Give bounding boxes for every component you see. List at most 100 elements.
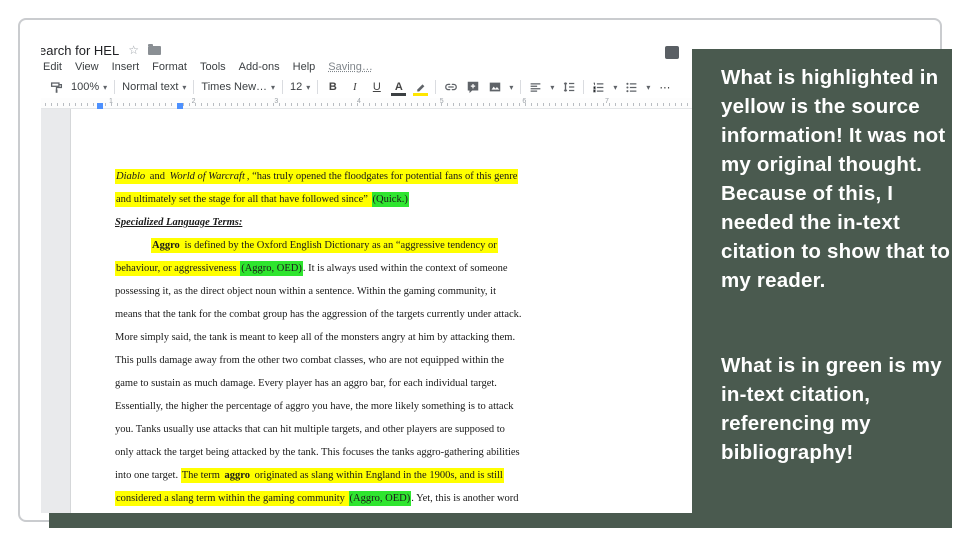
- doc-text-segment: means that the tank for the combat group…: [115, 309, 522, 320]
- menu-item-view[interactable]: View: [75, 61, 99, 73]
- separator: [114, 80, 116, 94]
- zoom-select[interactable]: 100% ▾: [71, 81, 107, 93]
- doc-line: Aggro is defined by the Oxford English D…: [115, 234, 522, 257]
- doc-text-segment: More simply said, the tank is meant to k…: [115, 332, 516, 343]
- doc-line: you. Tanks usually use attacks that can …: [115, 418, 522, 441]
- font-size-value: 12: [290, 81, 303, 93]
- saving-status: Saving…: [328, 60, 373, 73]
- cropped-toolbar-button[interactable]: [665, 46, 679, 59]
- chevron-down-icon: ▾: [306, 82, 311, 92]
- chevron-down-icon: ▾: [103, 82, 108, 92]
- text-color-button[interactable]: A: [391, 79, 407, 96]
- ruler-number: 6: [522, 98, 527, 105]
- document-page[interactable]: Diablo and World of Warcraft, “has truly…: [71, 109, 692, 513]
- bulleted-list-icon[interactable]: [624, 79, 639, 95]
- chevron-down-icon: ▾: [271, 82, 276, 92]
- highlighted-source-text: World of Warcraft: [168, 169, 246, 184]
- separator: [282, 80, 284, 94]
- doc-line: Diablo and World of Warcraft, “has truly…: [115, 165, 522, 188]
- insert-image-icon[interactable]: [487, 79, 502, 95]
- annotation-paragraph-yellow: What is highlighted in yellow is the sou…: [721, 66, 951, 292]
- doc-text-segment: game to sustain as much damage. Every pl…: [115, 378, 497, 389]
- ruler-number: 3: [274, 98, 279, 105]
- font-size-select[interactable]: 12 ▾: [290, 81, 310, 93]
- in-text-citation: (Quick.): [371, 192, 409, 207]
- highlighted-source-text: is defined by the Oxford English Diction…: [180, 238, 498, 253]
- doc-line: Essentially, the higher the percentage o…: [115, 395, 522, 418]
- more-toolbar-button[interactable]: ⋯: [657, 79, 672, 95]
- ruler-numbers: 1 2 3 4 5 6 7: [109, 98, 609, 105]
- doc-line: that has a largely negative connotation …: [115, 510, 522, 513]
- doc-text-segment: Specialized Language Terms:: [115, 217, 243, 228]
- menu-item-insert[interactable]: Insert: [112, 61, 140, 73]
- doc-line: Specialized Language Terms:: [115, 211, 522, 234]
- style-value: Normal text: [122, 81, 179, 93]
- menu-item-help[interactable]: Help: [293, 61, 316, 73]
- slide-frame: earch for HEL ☆ Edit View Insert Format Tool…: [18, 18, 952, 528]
- doc-text-segment: . It is always used within the context o…: [302, 263, 508, 274]
- doc-text-segment: you. Tanks usually use attacks that can …: [115, 424, 505, 435]
- bold-button[interactable]: B: [325, 79, 340, 95]
- google-docs-screenshot: earch for HEL ☆ Edit View Insert Format Tool…: [41, 40, 692, 513]
- doc-line: This pulls damage away from the other tw…: [115, 349, 522, 372]
- doc-line: only attack the target being attacked by…: [115, 441, 522, 464]
- highlighted-source-text: Aggro: [151, 238, 181, 253]
- separator: [583, 80, 585, 94]
- menu-item-edit[interactable]: Edit: [43, 61, 62, 73]
- highlighted-source-text: aggro: [223, 468, 252, 483]
- underline-button[interactable]: U: [369, 79, 384, 95]
- doc-toolbar: 100% ▾ Normal text ▾ Times New… ▾ 12 ▾ B I U…: [49, 76, 692, 98]
- document-text[interactable]: Diablo and World of Warcraft, “has truly…: [115, 165, 522, 513]
- doc-title[interactable]: earch for HEL: [41, 43, 119, 58]
- separator: [520, 80, 522, 94]
- folder-icon[interactable]: [147, 43, 161, 55]
- doc-line: behaviour, or aggressiveness (Aggro, OED…: [115, 257, 522, 280]
- highlighted-source-text: and: [146, 169, 169, 184]
- doc-line: and ultimately set the stage for all tha…: [115, 188, 522, 211]
- insert-comment-icon[interactable]: [465, 79, 480, 95]
- menu-item-addons[interactable]: Add-ons: [239, 61, 280, 73]
- chevron-down-icon[interactable]: ▾: [613, 83, 617, 92]
- highlighted-source-text: considered a slang term within the gamin…: [115, 491, 349, 506]
- italic-button[interactable]: I: [347, 79, 362, 95]
- chevron-down-icon[interactable]: ▾: [646, 83, 650, 92]
- ruler-number: 7: [605, 98, 609, 105]
- separator: [317, 80, 319, 94]
- menu-item-format[interactable]: Format: [152, 61, 187, 73]
- star-icon[interactable]: ☆: [128, 44, 139, 56]
- separator: [193, 80, 195, 94]
- doc-menubar: Edit View Insert Format Tools Add-ons Help Savi…: [43, 59, 373, 74]
- ruler-number: 2: [191, 98, 196, 105]
- highlighted-source-text: originated as slang within England in th…: [251, 468, 504, 483]
- doc-line: considered a slang term within the gamin…: [115, 487, 522, 510]
- doc-text-segment: . Yet, this is another word: [411, 493, 519, 504]
- font-select[interactable]: Times New… ▾: [201, 81, 275, 93]
- insert-link-icon[interactable]: [443, 79, 458, 95]
- chevron-down-icon[interactable]: ▾: [509, 83, 513, 92]
- highlighted-source-text: , “has truly opened the floodgates for p…: [245, 169, 519, 184]
- doc-line: More simply said, the tank is meant to k…: [115, 326, 522, 349]
- separator: [435, 80, 437, 94]
- doc-text-segment: into one target.: [115, 470, 181, 481]
- highlighted-source-text: Diablo: [115, 169, 147, 184]
- doc-line: means that the tank for the combat group…: [115, 303, 522, 326]
- paint-format-icon[interactable]: [49, 79, 64, 95]
- line-spacing-icon[interactable]: [561, 79, 576, 95]
- numbered-list-icon[interactable]: [591, 79, 606, 95]
- doc-text-segment: only attack the target being attacked by…: [115, 447, 520, 458]
- doc-text-segment: Essentially, the higher the percentage o…: [115, 401, 514, 412]
- chevron-down-icon: ▾: [182, 82, 187, 92]
- zoom-value: 100%: [71, 81, 100, 93]
- doc-line: possessing it, as the direct object noun…: [115, 280, 522, 303]
- ruler[interactable]: 1 2 3 4 5 6 7: [41, 98, 692, 109]
- font-value: Times New…: [201, 81, 268, 93]
- paragraph-style-select[interactable]: Normal text ▾: [122, 81, 186, 93]
- ruler-number: 4: [357, 98, 361, 105]
- align-left-icon[interactable]: [528, 79, 543, 95]
- chevron-down-icon[interactable]: ▾: [550, 83, 554, 92]
- highlight-color-button[interactable]: [413, 79, 429, 96]
- annotation-paragraph-green: What is in green is my in-text citation,…: [721, 354, 942, 464]
- document-canvas: Diablo and World of Warcraft, “has truly…: [41, 109, 692, 513]
- menu-item-tools[interactable]: Tools: [200, 61, 226, 73]
- highlighted-source-text: behaviour, or aggressiveness: [115, 261, 241, 276]
